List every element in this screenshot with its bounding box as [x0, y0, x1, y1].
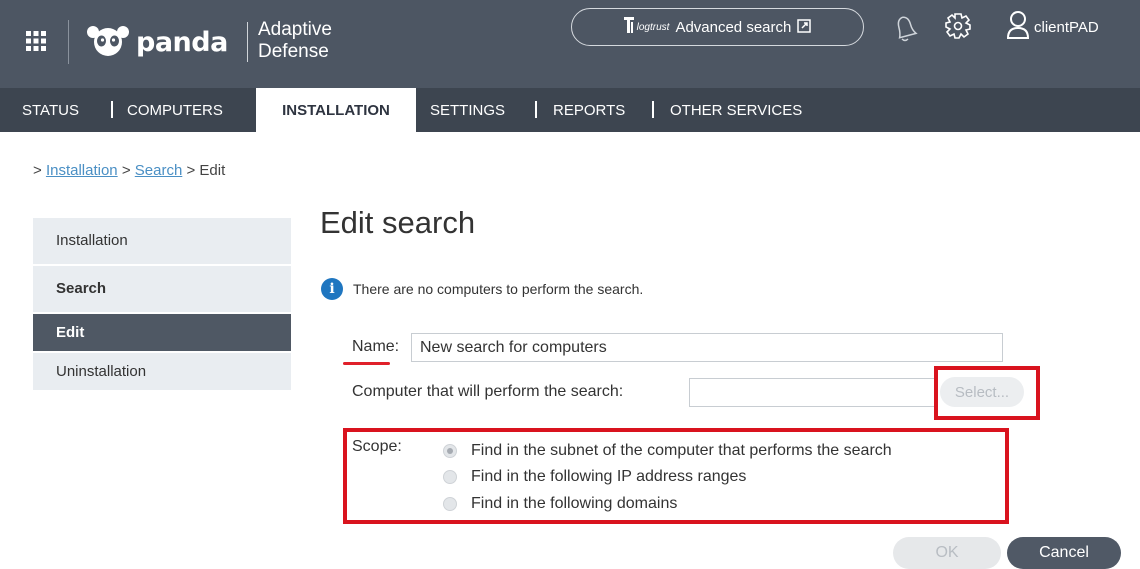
logtrust-brand: logtrust — [623, 17, 670, 37]
panda-logo: panda — [86, 24, 228, 60]
product-name: Adaptive Defense — [258, 19, 332, 63]
product-line-1: Adaptive — [258, 19, 332, 40]
user-name: clientPAD — [1034, 18, 1099, 36]
breadcrumb-separator: > — [186, 162, 196, 179]
product-line-2: Defense — [258, 41, 329, 62]
computer-input[interactable] — [689, 378, 937, 407]
info-message: i There are no computers to perform the … — [321, 278, 643, 300]
logtrust-text: logtrust — [636, 21, 670, 33]
advanced-search-label: Advanced search — [675, 18, 792, 36]
nav-computers[interactable]: COMPUTERS — [127, 88, 223, 132]
sidebar-item-search[interactable]: Search — [33, 266, 291, 312]
nav-reports[interactable]: REPORTS — [553, 88, 625, 132]
header-divider — [68, 20, 69, 64]
page-title: Edit search — [320, 205, 476, 240]
bell-icon[interactable] — [889, 10, 919, 44]
panda-logo-icon — [86, 23, 130, 61]
breadcrumb-separator: > — [121, 162, 131, 179]
apps-grid-icon[interactable] — [26, 31, 46, 51]
nav-divider — [535, 101, 537, 118]
sidebar-item-edit[interactable]: Edit — [33, 314, 291, 351]
nav-divider — [111, 101, 113, 118]
main-nav: STATUS COMPUTERS INSTALLATION SETTINGS R… — [0, 88, 1140, 132]
settings-gear-icon[interactable] — [943, 10, 973, 44]
logtrust-icon — [623, 17, 634, 37]
breadcrumb-current: Edit — [199, 162, 226, 179]
select-highlight-box — [934, 366, 1040, 420]
user-menu[interactable]: clientPAD — [1006, 10, 1099, 44]
advanced-search-button[interactable]: logtrust Advanced search — [571, 8, 864, 46]
name-highlight-underline — [343, 362, 390, 365]
info-message-text: There are no computers to perform the se… — [353, 281, 644, 297]
info-icon: i — [321, 278, 343, 300]
cancel-button[interactable]: Cancel — [1007, 537, 1121, 569]
logo-text: panda — [136, 26, 228, 58]
nav-status[interactable]: STATUS — [22, 88, 79, 132]
left-sidebar: Installation Search Edit Uninstallation — [33, 218, 291, 392]
nav-other-services[interactable]: OTHER SERVICES — [670, 88, 802, 132]
breadcrumb-prefix: > — [33, 162, 42, 179]
nav-installation[interactable]: INSTALLATION — [256, 88, 416, 132]
nav-divider — [652, 101, 654, 118]
computer-label: Computer that will perform the search: — [352, 383, 624, 400]
breadcrumb-link-search[interactable]: Search — [135, 162, 183, 179]
sidebar-item-installation[interactable]: Installation — [33, 218, 291, 264]
user-icon — [1006, 10, 1030, 44]
external-link-icon — [797, 18, 812, 37]
breadcrumb-link-installation[interactable]: Installation — [46, 162, 118, 179]
ok-button[interactable]: OK — [893, 537, 1001, 569]
logo-divider — [247, 22, 248, 62]
scope-highlight-box — [343, 428, 1009, 524]
nav-settings[interactable]: SETTINGS — [430, 88, 505, 132]
name-label: Name: — [352, 338, 400, 355]
sidebar-item-uninstallation[interactable]: Uninstallation — [33, 353, 291, 390]
breadcrumb: > Installation > Search > Edit — [33, 162, 225, 179]
top-header: panda Adaptive Defense logtrust Advanced… — [0, 0, 1140, 88]
name-input[interactable] — [411, 333, 1003, 362]
